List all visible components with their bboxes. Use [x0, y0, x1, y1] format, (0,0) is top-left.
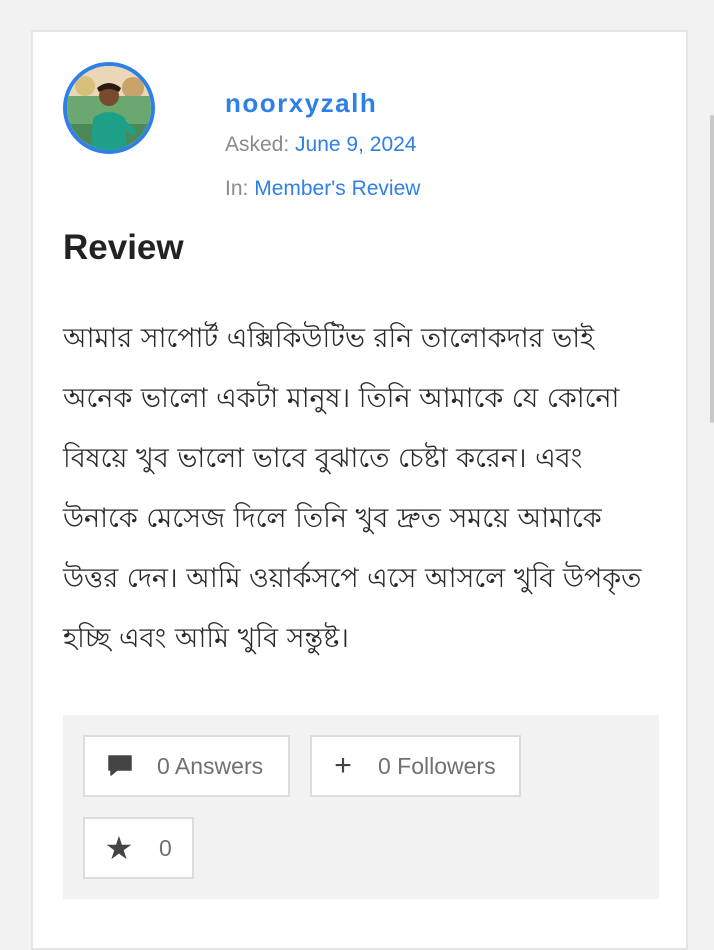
page-scrollbar[interactable]	[710, 115, 714, 423]
asked-label: Asked:	[225, 133, 290, 156]
question-body: আমার সাপোর্ট এক্সিকিউটিভ রনি তালোকদার ভা…	[63, 323, 642, 654]
category-label: In:	[225, 177, 249, 200]
answers-count: 0 Answers	[157, 752, 264, 779]
category-link[interactable]: Member's Review	[254, 177, 420, 200]
asked-date-link[interactable]: June 9, 2024	[295, 133, 416, 156]
question-title: Review	[63, 228, 184, 267]
favorite-count: 0	[159, 834, 172, 861]
star-icon: ★	[104, 830, 134, 866]
follow-button[interactable]: + 0 Followers	[310, 735, 521, 797]
favorite-button[interactable]: ★ 0	[83, 817, 194, 879]
answers-button[interactable]: 0 Answers	[83, 735, 290, 797]
category-row: In: Member's Review	[225, 177, 420, 201]
asked-date-row: Asked: June 9, 2024	[225, 133, 416, 157]
plus-icon: +	[334, 749, 352, 782]
question-actions-bar: 0 Answers + 0 Followers ★ 0	[63, 715, 659, 899]
author-name-link[interactable]: noorxyzalh	[225, 88, 377, 119]
question-card: noorxyzalh Asked: June 9, 2024 In: Membe…	[31, 30, 688, 950]
followers-count: 0 Followers	[378, 752, 496, 779]
avatar-photo	[67, 66, 151, 150]
author-avatar[interactable]	[63, 62, 155, 154]
comment-icon	[107, 754, 133, 778]
